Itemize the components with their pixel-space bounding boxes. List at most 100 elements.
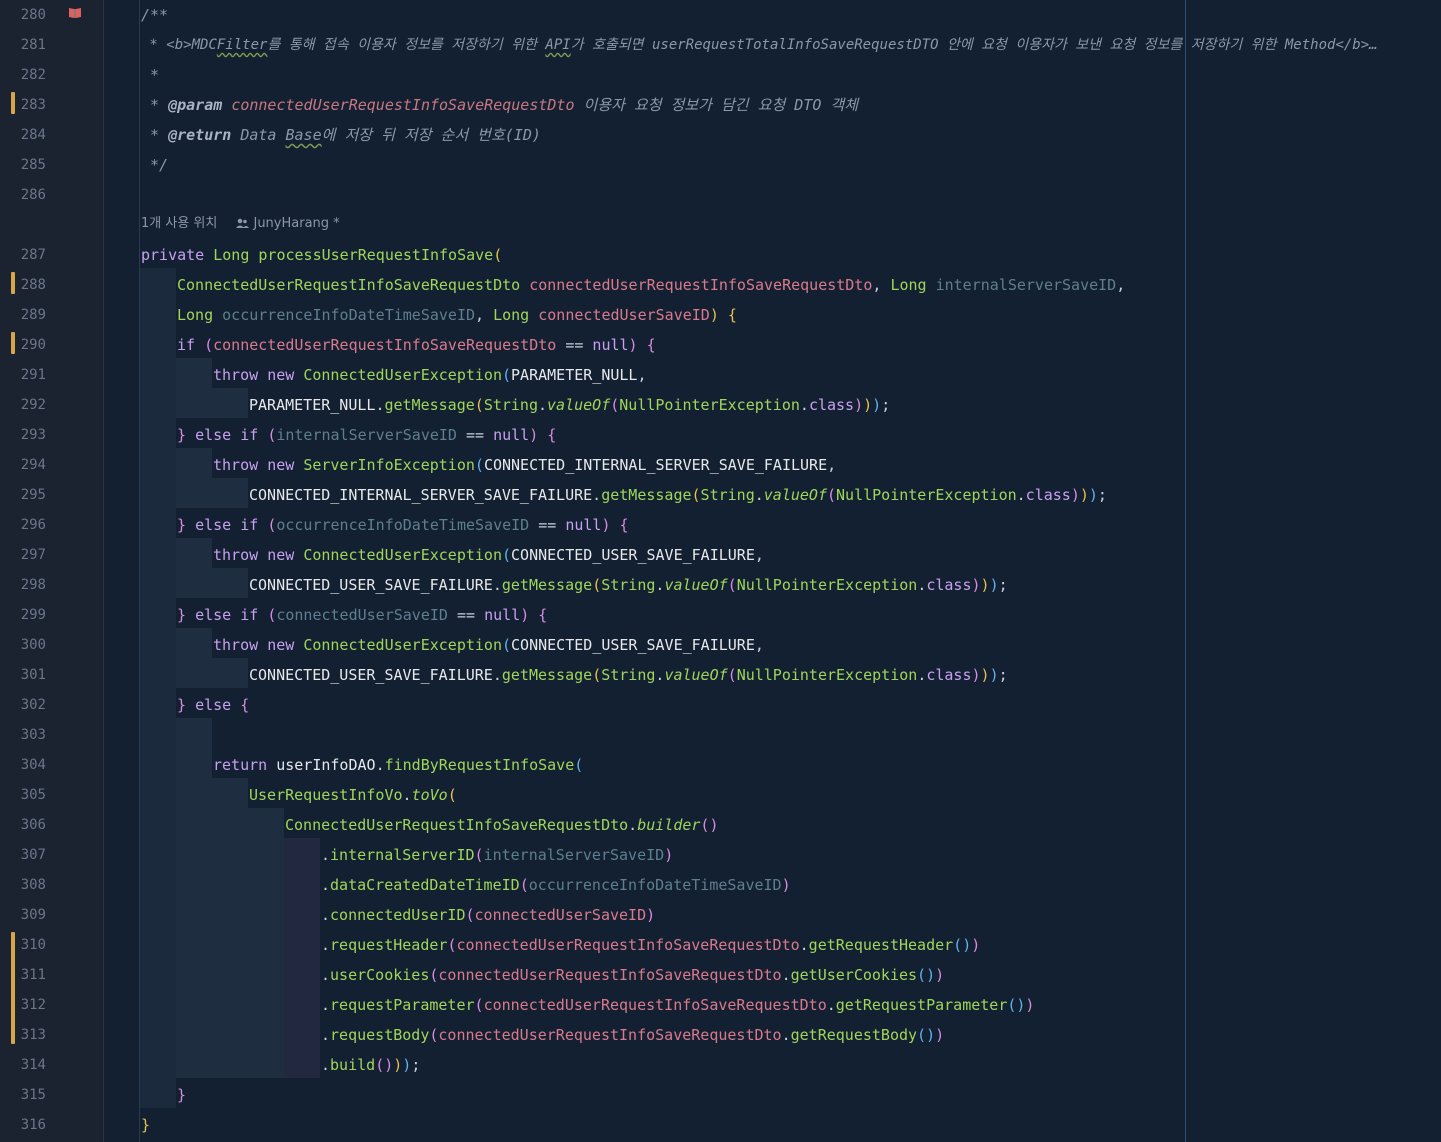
code-token[interactable]: (): [953, 936, 971, 954]
code-token[interactable]: connectedUserID: [330, 906, 465, 924]
code-token[interactable]: .: [1017, 486, 1026, 504]
line-number[interactable]: 285: [0, 150, 46, 180]
code-token[interactable]: (: [475, 996, 484, 1014]
code-token[interactable]: ;: [1098, 486, 1107, 504]
line-number[interactable]: 300: [0, 630, 46, 660]
code-token[interactable]: .: [755, 486, 764, 504]
code-token[interactable]: 가 호출되면 userRequestTotalInfoSaveRequestDT…: [571, 37, 1378, 53]
code-token[interactable]: throw: [213, 636, 258, 654]
code-token[interactable]: .: [493, 576, 502, 594]
change-marker[interactable]: [11, 332, 15, 354]
code-line[interactable]: *: [141, 60, 159, 90]
code-token[interactable]: CONNECTED_USER_SAVE_FAILURE: [249, 666, 493, 684]
code-line[interactable]: .requestHeader(connectedUserRequestInfoS…: [321, 930, 980, 960]
code-token[interactable]: (: [610, 396, 619, 414]
code-token[interactable]: ): [972, 666, 981, 684]
line-number[interactable]: 289: [0, 300, 46, 330]
code-line[interactable]: ConnectedUserRequestInfoSaveRequestDto.b…: [285, 810, 718, 840]
code-token[interactable]: .: [321, 1026, 330, 1044]
line-number[interactable]: 310: [0, 930, 46, 960]
code-token[interactable]: NullPointerException: [737, 666, 918, 684]
code-token[interactable]: connectedUserSaveID: [538, 306, 710, 324]
line-number[interactable]: 282: [0, 60, 46, 90]
code-token[interactable]: }: [177, 1086, 186, 1104]
code-token[interactable]: .: [376, 756, 385, 774]
code-token[interactable]: .: [321, 996, 330, 1014]
code-token[interactable]: getMessage: [384, 396, 474, 414]
line-number[interactable]: 296: [0, 510, 46, 540]
code-token[interactable]: (: [204, 336, 213, 354]
code-token[interactable]: (: [574, 756, 583, 774]
line-number[interactable]: 314: [0, 1050, 46, 1080]
code-line[interactable]: ConnectedUserRequestInfoSaveRequestDto c…: [177, 270, 1125, 300]
line-number[interactable]: 305: [0, 780, 46, 810]
code-token[interactable]: valueOf: [664, 576, 727, 594]
code-token[interactable]: ;: [999, 666, 1008, 684]
code-token[interactable]: throw: [213, 456, 258, 474]
code-token[interactable]: connectedUserRequestInfoSaveRequestDto: [231, 96, 574, 114]
code-line[interactable]: * @return Data Base에 저장 뒤 저장 순서 번호(ID): [141, 120, 541, 150]
code-token[interactable]: occurrenceInfoDateTimeSaveID: [222, 306, 475, 324]
code-token[interactable]: return: [213, 756, 267, 774]
code-token[interactable]: NullPointerException: [836, 486, 1017, 504]
code-token[interactable]: API: [545, 37, 570, 53]
code-token[interactable]: else: [195, 696, 231, 714]
code-token[interactable]: ServerInfoException: [303, 456, 475, 474]
code-token[interactable]: getRequestHeader: [809, 936, 954, 954]
code-token[interactable]: NullPointerException: [737, 576, 918, 594]
code-token[interactable]: ,: [1116, 276, 1125, 294]
code-line[interactable]: UserRequestInfoVo.toVo(: [249, 780, 457, 810]
code-token[interactable]: internalServerSaveID: [276, 426, 457, 444]
code-line[interactable]: .requestParameter(connectedUserRequestIn…: [321, 990, 1034, 1020]
code-token[interactable]: ): [646, 906, 655, 924]
code-token[interactable]: ;: [411, 1056, 420, 1074]
line-number[interactable]: 304: [0, 750, 46, 780]
code-token[interactable]: String: [601, 666, 655, 684]
code-token[interactable]: new: [267, 366, 294, 384]
code-line[interactable]: .requestBody(connectedUserRequestInfoSav…: [321, 1020, 944, 1050]
code-token[interactable]: valueOf: [664, 666, 727, 684]
line-number[interactable]: 312: [0, 990, 46, 1020]
code-line[interactable]: if (connectedUserRequestInfoSaveRequestD…: [177, 330, 656, 360]
code-token[interactable]: requestParameter: [330, 996, 475, 1014]
code-line[interactable]: Long occurrenceInfoDateTimeSaveID, Long …: [177, 300, 737, 330]
line-number[interactable]: 316: [0, 1110, 46, 1140]
code-token[interactable]: ==: [448, 606, 484, 624]
line-number[interactable]: 280: [0, 0, 46, 30]
usages-count[interactable]: 1개 사용 위치: [141, 216, 217, 231]
code-line[interactable]: }: [141, 1110, 150, 1140]
code-token[interactable]: .: [538, 396, 547, 414]
code-token[interactable]: ==: [529, 516, 565, 534]
code-token[interactable]: CONNECTED_USER_SAVE_FAILURE: [511, 546, 755, 564]
code-token[interactable]: }: [177, 426, 186, 444]
code-token[interactable]: ): [601, 516, 610, 534]
change-marker[interactable]: [11, 92, 15, 114]
line-number[interactable]: 309: [0, 900, 46, 930]
code-token[interactable]: ==: [556, 336, 592, 354]
code-token[interactable]: requestBody: [330, 1026, 429, 1044]
code-token[interactable]: *: [141, 126, 168, 144]
code-token[interactable]: occurrenceInfoDateTimeSaveID: [529, 876, 782, 894]
line-number[interactable]: 301: [0, 660, 46, 690]
code-token[interactable]: new: [267, 636, 294, 654]
line-number[interactable]: 307: [0, 840, 46, 870]
line-number[interactable]: 302: [0, 690, 46, 720]
code-token[interactable]: Long: [493, 306, 529, 324]
code-line[interactable]: throw new ConnectedUserException(CONNECT…: [213, 630, 764, 660]
code-token[interactable]: .: [321, 936, 330, 954]
code-token[interactable]: (: [692, 486, 701, 504]
code-token[interactable]: ,: [755, 636, 764, 654]
change-marker[interactable]: [11, 932, 15, 1044]
code-token[interactable]: }: [177, 606, 186, 624]
code-token[interactable]: ,: [872, 276, 890, 294]
code-line[interactable]: */: [141, 150, 168, 180]
line-number[interactable]: 290: [0, 330, 46, 360]
code-token[interactable]: (: [502, 366, 511, 384]
usage-inlay-hint[interactable]: 1개 사용 위치 JunyHarang *: [141, 213, 340, 235]
code-token[interactable]: (): [375, 1056, 393, 1074]
code-token[interactable]: .: [321, 906, 330, 924]
code-token[interactable]: ): [990, 576, 999, 594]
code-token[interactable]: ConnectedUserException: [303, 636, 502, 654]
code-token[interactable]: UserRequestInfoVo: [249, 786, 403, 804]
line-number[interactable]: 281: [0, 30, 46, 60]
